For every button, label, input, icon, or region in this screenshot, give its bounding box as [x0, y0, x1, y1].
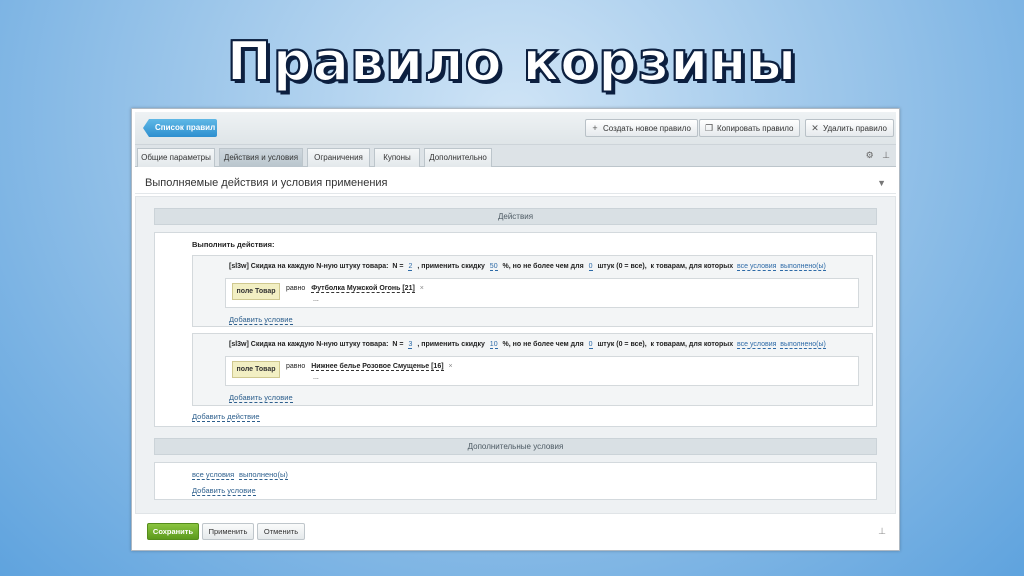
all-conditions-link[interactable]: все условия: [737, 263, 777, 271]
footer-bar: Сохранить Применить Отменить ⊥: [135, 519, 896, 547]
limit-text: %, но не более чем для: [502, 341, 584, 348]
for-text: к товарам, для которых: [650, 341, 734, 348]
cancel-button[interactable]: Отменить: [257, 523, 305, 540]
condition-row: поле Товар равно Нижнее белье Розовое См…: [225, 356, 859, 386]
delete-rule-button[interactable]: ✕ Удалить правило: [805, 119, 894, 137]
actions-panel: Выполнить действия: [sl3w] Скидка на каж…: [154, 232, 877, 427]
fulfilled-link[interactable]: выполнено(ы): [780, 263, 826, 271]
add-condition-link[interactable]: Добавить условие: [229, 393, 293, 403]
condition-text: равно Нижнее белье Розовое Смущенье [16]…: [286, 363, 453, 371]
n-label: N =: [392, 263, 404, 270]
content-area: Действия Выполнить действия: [sl3w] Скид…: [135, 196, 896, 514]
for-text: к товарам, для которых: [650, 263, 734, 270]
all-conditions-link[interactable]: все условия: [737, 341, 777, 349]
rule-prefix: [sl3w] Скидка на каждую N-ную штуку това…: [229, 341, 389, 348]
add-condition-link[interactable]: Добавить условие: [192, 486, 256, 496]
add-condition-link[interactable]: Добавить условие: [229, 315, 293, 325]
qty-text: штук (0 = все),: [597, 263, 647, 270]
ellipsis[interactable]: ...: [313, 296, 319, 303]
all-conditions-link[interactable]: все условия: [192, 470, 235, 480]
ellipsis[interactable]: ...: [313, 374, 319, 381]
copy-icon: ❐: [704, 123, 714, 133]
tab-general[interactable]: Общие параметры: [137, 148, 215, 167]
limit-value[interactable]: 0: [588, 263, 593, 271]
extra-conditions-panel: все условия выполнено(ы) Добавить услови…: [154, 462, 877, 500]
field-product-chip[interactable]: поле Товар: [232, 283, 280, 300]
product-value[interactable]: Нижнее белье Розовое Смущенье [16]: [311, 363, 444, 371]
pin-icon[interactable]: ⊥: [878, 526, 886, 537]
rule-editor-window: Список правил + Создать новое правило ❐ Ко…: [131, 108, 900, 551]
back-to-rules-button[interactable]: Список правил: [143, 119, 217, 137]
condition-text: равно Футболка Мужской Огонь [21] ×: [286, 285, 424, 293]
copy-rule-label: Копировать правило: [717, 124, 794, 133]
create-rule-label: Создать новое правило: [603, 124, 691, 133]
action-rule: [sl3w] Скидка на каждую N-ную штуку това…: [192, 333, 873, 406]
slide-title: Правило корзины: [226, 29, 798, 94]
section-title: Выполняемые действия и условия применени…: [135, 172, 896, 194]
gear-icon[interactable]: ⚙: [866, 150, 874, 160]
run-actions-label: Выполнить действия:: [192, 240, 275, 249]
remove-condition-icon[interactable]: ×: [449, 363, 453, 370]
equals-label[interactable]: равно: [286, 363, 305, 370]
action-rule-line: [sl3w] Скидка на каждую N-ную штуку това…: [229, 263, 826, 271]
tab-bar: Общие параметры Действия и условия Огран…: [135, 145, 896, 167]
equals-label[interactable]: равно: [286, 285, 305, 292]
discount-value[interactable]: 50: [489, 263, 498, 271]
condition-row: поле Товар равно Футболка Мужской Огонь …: [225, 278, 859, 308]
n-value[interactable]: 2: [408, 263, 413, 271]
chevron-down-icon[interactable]: ▼: [877, 172, 886, 194]
save-button[interactable]: Сохранить: [147, 523, 199, 540]
pin-icon[interactable]: ⊥: [882, 150, 890, 160]
n-value[interactable]: 3: [408, 341, 413, 349]
toolbar: Список правил + Создать новое правило ❐ Ко…: [135, 112, 896, 145]
create-rule-button[interactable]: + Создать новое правило: [585, 119, 698, 137]
apply-text: , применить скидку: [417, 341, 485, 348]
action-rule: [sl3w] Скидка на каждую N-ную штуку това…: [192, 255, 873, 327]
discount-value[interactable]: 10: [489, 341, 498, 349]
action-rule-line: [sl3w] Скидка на каждую N-ную штуку това…: [229, 341, 826, 349]
product-value[interactable]: Футболка Мужской Огонь [21]: [311, 285, 415, 293]
tab-additional[interactable]: Дополнительно: [424, 148, 492, 167]
add-action-link[interactable]: Добавить действие: [192, 412, 260, 422]
tab-actions-conditions[interactable]: Действия и условия: [219, 148, 303, 167]
tab-tools: ⚙ ⊥: [860, 150, 890, 161]
rule-prefix: [sl3w] Скидка на каждую N-ную штуку това…: [229, 263, 389, 270]
remove-condition-icon[interactable]: ×: [420, 285, 424, 292]
fulfilled-link[interactable]: выполнено(ы): [780, 341, 826, 349]
fulfilled-link[interactable]: выполнено(ы): [239, 470, 288, 480]
tab-restrictions[interactable]: Ограничения: [307, 148, 370, 167]
actions-band: Действия: [154, 208, 877, 225]
apply-button[interactable]: Применить: [202, 523, 254, 540]
tab-coupons[interactable]: Купоны: [374, 148, 420, 167]
copy-rule-button[interactable]: ❐ Копировать правило: [699, 119, 801, 137]
close-icon: ✕: [811, 123, 819, 133]
limit-text: %, но не более чем для: [502, 263, 584, 270]
plus-icon: +: [592, 123, 598, 133]
field-product-chip[interactable]: поле Товар: [232, 361, 280, 378]
section-title-text: Выполняемые действия и условия применени…: [145, 177, 388, 189]
extra-conditions-band: Дополнительные условия: [154, 438, 877, 455]
qty-text: штук (0 = все),: [597, 341, 647, 348]
apply-text: , применить скидку: [417, 263, 485, 270]
limit-value[interactable]: 0: [588, 341, 593, 349]
delete-rule-label: Удалить правило: [823, 124, 887, 133]
n-label: N =: [392, 341, 404, 348]
